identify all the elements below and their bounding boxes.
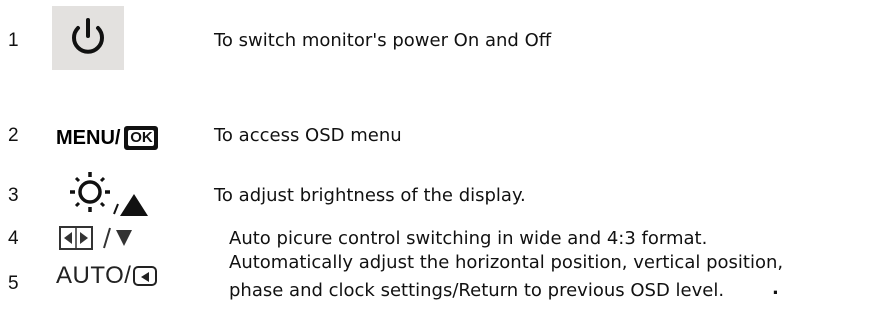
item-number: 4 <box>8 228 19 249</box>
sun-icon <box>70 172 110 212</box>
up-arrow-icon <box>120 194 148 216</box>
item-number: 3 <box>8 185 19 206</box>
item-description: To access OSD menu <box>214 125 402 146</box>
item-number: 5 <box>8 273 19 294</box>
aspect-ratio-down-arrow-icon <box>58 224 142 256</box>
brightness-sun-up-arrow-icon <box>62 170 180 224</box>
trailing-period: . <box>772 278 779 299</box>
power-button-graphic <box>52 6 124 70</box>
auto-label-text: AUTO/ <box>56 262 132 289</box>
return-icon <box>133 266 158 286</box>
item-description-line2: phase and clock settings/Return to previ… <box>229 280 725 301</box>
power-icon <box>72 18 104 54</box>
item-number: 1 <box>8 30 19 51</box>
menu-label-text: MENU/ <box>56 126 121 149</box>
item-number: 2 <box>8 125 19 146</box>
item-description-line1: Automatically adjust the horizontal posi… <box>229 252 784 273</box>
manual-page: { "items": [ { "number": "1", "icon": "p… <box>0 0 894 310</box>
item-description: To adjust brightness of the display. <box>214 185 526 206</box>
auto-return-label: AUTO/ <box>56 262 158 290</box>
menu-ok-label: MENU/ OK <box>56 126 159 150</box>
ok-badge-text: OK <box>128 129 155 146</box>
ok-icon: OK <box>124 126 159 150</box>
item-description: Auto picure control switching in wide an… <box>229 228 708 249</box>
item-description: To switch monitor's power On and Off <box>214 30 552 51</box>
aspect-ratio-icon <box>59 226 93 250</box>
down-arrow-icon <box>116 230 132 246</box>
